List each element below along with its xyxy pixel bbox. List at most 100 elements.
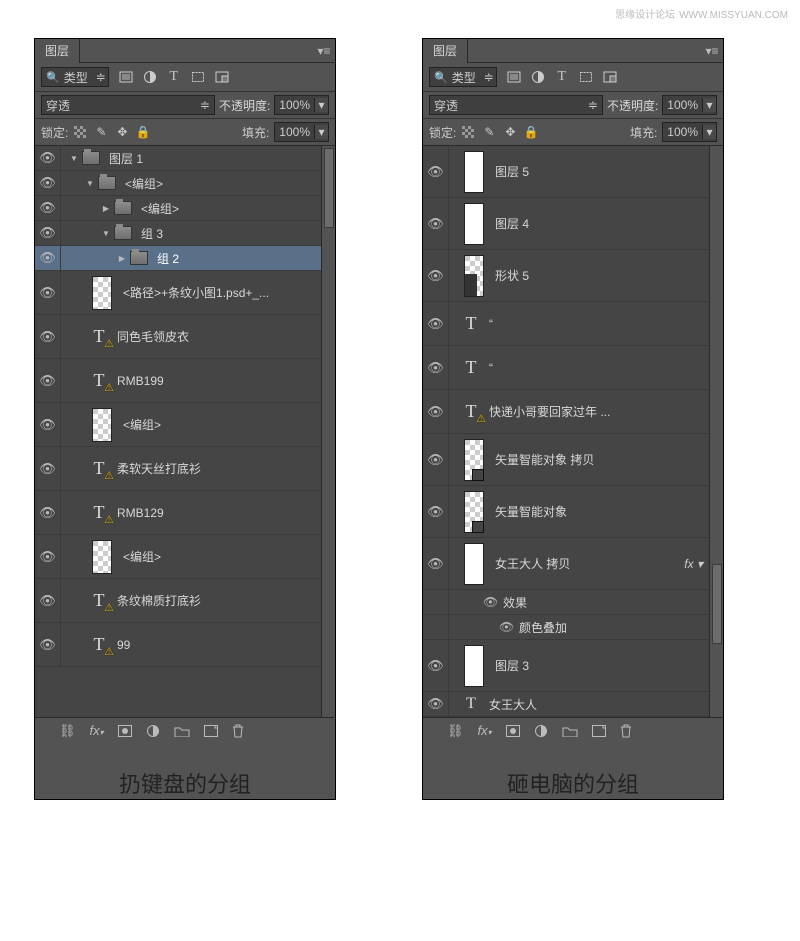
lock-move-icon[interactable]: ✥ (115, 125, 129, 139)
new-layer-icon[interactable] (592, 725, 606, 737)
scroll-thumb[interactable] (712, 564, 722, 644)
layers-tab[interactable]: 图层 (423, 39, 468, 63)
layer-row[interactable]: 👁<编组> (35, 403, 321, 447)
panel-menu-icon[interactable]: ▾≡ (313, 39, 335, 63)
filter-text-icon[interactable]: T (166, 69, 182, 85)
fx-icon[interactable]: fx▾ (478, 723, 492, 738)
layer-row[interactable]: 👁TRMB129 (35, 491, 321, 535)
visibility-toggle-icon[interactable]: 👁 (35, 623, 61, 666)
scrollbar[interactable] (709, 146, 723, 717)
link-icon[interactable]: ⛓ (447, 723, 464, 739)
new-layer-icon[interactable] (204, 725, 218, 737)
layer-row[interactable]: 👁T99 (35, 623, 321, 667)
lock-all-icon[interactable]: 🔒 (136, 125, 150, 139)
layer-row[interactable]: 👁▶组 2 (35, 246, 321, 271)
layer-row[interactable]: 👁<路径>+条纹小图1.psd+_... (35, 271, 321, 315)
visibility-toggle-icon[interactable]: 👁 (423, 250, 449, 301)
disclosure-triangle-icon[interactable]: ▼ (69, 154, 79, 163)
lock-move-icon[interactable]: ✥ (503, 125, 517, 139)
layer-row[interactable]: 👁T条纹棉质打底衫 (35, 579, 321, 623)
layer-row[interactable]: 👁TRMB199 (35, 359, 321, 403)
disclosure-triangle-icon[interactable]: ▶ (117, 254, 127, 263)
filter-pixel-icon[interactable] (118, 69, 134, 85)
fill-input[interactable]: 100% ▾ (274, 122, 329, 142)
blend-mode-select[interactable]: 穿透 ≑ (41, 95, 215, 115)
filter-type-dropdown[interactable]: 🔍 类型 ≑ (429, 67, 497, 87)
layer-row[interactable]: 👁▶<编组> (35, 196, 321, 221)
layer-row[interactable]: 👁T女王大人 (423, 692, 709, 717)
link-icon[interactable]: ⛓ (59, 723, 76, 739)
visibility-toggle-icon[interactable]: 👁 (423, 390, 449, 433)
visibility-toggle-icon[interactable]: 👁 (35, 221, 61, 245)
visibility-toggle-icon[interactable]: 👁 (423, 486, 449, 537)
filter-type-dropdown[interactable]: 🔍 类型 ≑ (41, 67, 109, 87)
filter-shape-icon[interactable] (578, 69, 594, 85)
layer-row[interactable]: 👁<编组> (35, 535, 321, 579)
opacity-input[interactable]: 100% ▾ (662, 95, 717, 115)
effects-row[interactable]: 👁效果 (423, 590, 709, 615)
layer-row[interactable]: 👁矢量智能对象 拷贝 (423, 434, 709, 486)
blend-mode-select[interactable]: 穿透 ≑ (429, 95, 603, 115)
visibility-toggle-icon[interactable]: 👁 (35, 271, 61, 314)
visibility-toggle-icon[interactable]: 👁 (35, 196, 61, 220)
visibility-toggle-icon[interactable]: 👁 (499, 620, 513, 634)
layer-row[interactable]: 👁图层 3 (423, 640, 709, 692)
trash-icon[interactable] (232, 724, 244, 738)
mask-icon[interactable] (506, 725, 520, 737)
layer-row[interactable]: 👁▼<编组> (35, 171, 321, 196)
adjustment-icon[interactable] (146, 724, 160, 738)
layer-row[interactable]: 👁▼图层 1 (35, 146, 321, 171)
visibility-toggle-icon[interactable]: 👁 (423, 692, 449, 716)
visibility-toggle-icon[interactable]: 👁 (423, 146, 449, 197)
filter-text-icon[interactable]: T (554, 69, 570, 85)
visibility-toggle-icon[interactable]: 👁 (423, 198, 449, 249)
visibility-toggle-icon[interactable]: 👁 (35, 171, 61, 195)
visibility-toggle-icon[interactable]: 👁 (35, 246, 61, 270)
visibility-toggle-icon[interactable]: 👁 (423, 346, 449, 389)
new-group-icon[interactable] (562, 725, 578, 737)
lock-trans-icon[interactable] (73, 125, 87, 139)
new-group-icon[interactable] (174, 725, 190, 737)
visibility-toggle-icon[interactable]: 👁 (483, 595, 497, 609)
layer-row[interactable]: 👁女王大人 拷贝fx ▾ (423, 538, 709, 590)
layer-row[interactable]: 👁图层 4 (423, 198, 709, 250)
visibility-toggle-icon[interactable]: 👁 (423, 640, 449, 691)
filter-smart-icon[interactable] (602, 69, 618, 85)
layer-row[interactable]: 👁T柔软天丝打底衫 (35, 447, 321, 491)
fx-badge[interactable]: fx ▾ (678, 557, 709, 571)
filter-pixel-icon[interactable] (506, 69, 522, 85)
lock-paint-icon[interactable]: ✎ (94, 125, 108, 139)
scrollbar[interactable] (321, 146, 335, 717)
opacity-input[interactable]: 100% ▾ (274, 95, 329, 115)
layer-row[interactable]: 👁T快递小哥要回家过年 ... (423, 390, 709, 434)
visibility-toggle-icon[interactable]: 👁 (35, 491, 61, 534)
layer-row[interactable]: 👁T“ (423, 302, 709, 346)
visibility-toggle-icon[interactable]: 👁 (35, 447, 61, 490)
adjustment-icon[interactable] (534, 724, 548, 738)
disclosure-triangle-icon[interactable]: ▼ (85, 179, 95, 188)
effect-item-row[interactable]: 👁颜色叠加 (423, 615, 709, 640)
fx-icon[interactable]: fx▾ (90, 723, 104, 738)
scroll-thumb[interactable] (324, 148, 334, 228)
visibility-toggle-icon[interactable]: 👁 (35, 403, 61, 446)
filter-adjust-icon[interactable] (530, 69, 546, 85)
panel-menu-icon[interactable]: ▾≡ (701, 39, 723, 63)
layers-tab[interactable]: 图层 (35, 39, 80, 63)
trash-icon[interactable] (620, 724, 632, 738)
lock-all-icon[interactable]: 🔒 (524, 125, 538, 139)
filter-smart-icon[interactable] (214, 69, 230, 85)
filter-adjust-icon[interactable] (142, 69, 158, 85)
layer-row[interactable]: 👁T同色毛领皮衣 (35, 315, 321, 359)
lock-trans-icon[interactable] (461, 125, 475, 139)
layer-row[interactable]: 👁矢量智能对象 (423, 486, 709, 538)
layer-row[interactable]: 👁▼组 3 (35, 221, 321, 246)
disclosure-triangle-icon[interactable]: ▶ (101, 204, 111, 213)
visibility-toggle-icon[interactable]: 👁 (35, 535, 61, 578)
visibility-toggle-icon[interactable]: 👁 (423, 538, 449, 589)
visibility-toggle-icon[interactable]: 👁 (35, 146, 61, 170)
layer-row[interactable]: 👁形状 5 (423, 250, 709, 302)
mask-icon[interactable] (118, 725, 132, 737)
visibility-toggle-icon[interactable]: 👁 (35, 315, 61, 358)
visibility-toggle-icon[interactable]: 👁 (35, 579, 61, 622)
lock-paint-icon[interactable]: ✎ (482, 125, 496, 139)
